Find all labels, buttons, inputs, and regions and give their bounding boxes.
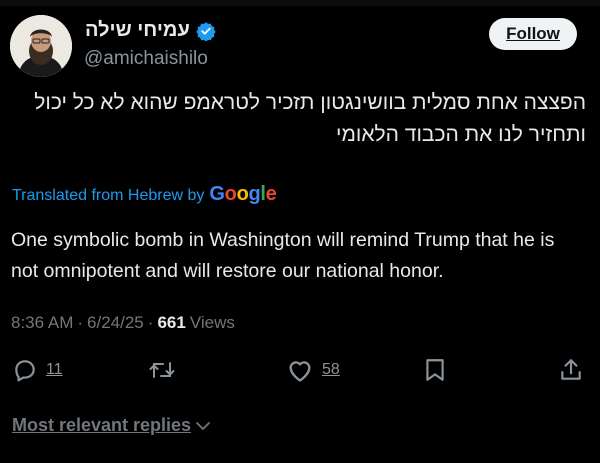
share-icon xyxy=(561,359,581,380)
bookmark-icon xyxy=(426,359,444,381)
translation-attribution[interactable]: Translated from Hebrew by Google xyxy=(12,183,277,206)
top-edge xyxy=(0,0,600,6)
tweet-time[interactable]: 8:36 AM xyxy=(11,313,73,333)
meta-separator: · xyxy=(77,313,84,332)
tweet-meta: 8:36 AM · 6/24/25 · 661 Views xyxy=(11,313,235,333)
avatar[interactable] xyxy=(10,15,72,77)
author-name[interactable]: עמיחי שילה xyxy=(85,19,190,42)
like-count: 58 xyxy=(322,361,340,378)
chevron-down-icon xyxy=(196,421,210,430)
retweet-icon xyxy=(149,362,175,378)
like-icon xyxy=(289,361,311,382)
reply-icon xyxy=(15,360,35,382)
tweet-original-text: הפצצה אחת סמלית בוושינגטון תזכיר לטראמפ … xyxy=(10,87,586,151)
reply-button[interactable]: 11 xyxy=(12,357,63,383)
tweet-translation: One symbolic bomb in Washington will rem… xyxy=(11,225,591,287)
google-logo: Google xyxy=(209,183,277,205)
views-count: 661 xyxy=(157,313,186,332)
follow-button[interactable]: Follow xyxy=(489,18,577,50)
translation-line: One symbolic bomb in Washington will rem… xyxy=(11,229,555,251)
verified-badge-icon xyxy=(196,21,216,41)
tweet-original-line: הפצצה אחת סמלית בוושינגטון תזכיר לטראמפ … xyxy=(34,91,586,114)
avatar-image xyxy=(10,15,72,77)
tweet-date[interactable]: 6/24/25 xyxy=(87,313,144,333)
tweet-original-line: ותחזיר לנו את הכבוד הלאומי xyxy=(336,123,586,146)
translation-line: not omnipotent and will restore our nati… xyxy=(11,260,444,282)
meta-separator: · xyxy=(147,313,154,332)
author-row: עמיחי שילה xyxy=(85,19,216,42)
like-button[interactable]: 58 xyxy=(286,357,340,383)
replies-sort-label: Most relevant replies xyxy=(12,415,192,435)
views-label: Views xyxy=(189,313,235,332)
retweet-button[interactable] xyxy=(148,357,176,383)
reply-count: 11 xyxy=(46,361,63,378)
bookmark-button[interactable] xyxy=(424,357,446,383)
author-handle[interactable]: @amichaishilo xyxy=(84,48,208,70)
share-button[interactable] xyxy=(558,357,584,383)
translated-label: Translated from Hebrew by xyxy=(12,187,205,204)
replies-sort-dropdown[interactable]: Most relevant replies xyxy=(12,415,211,436)
